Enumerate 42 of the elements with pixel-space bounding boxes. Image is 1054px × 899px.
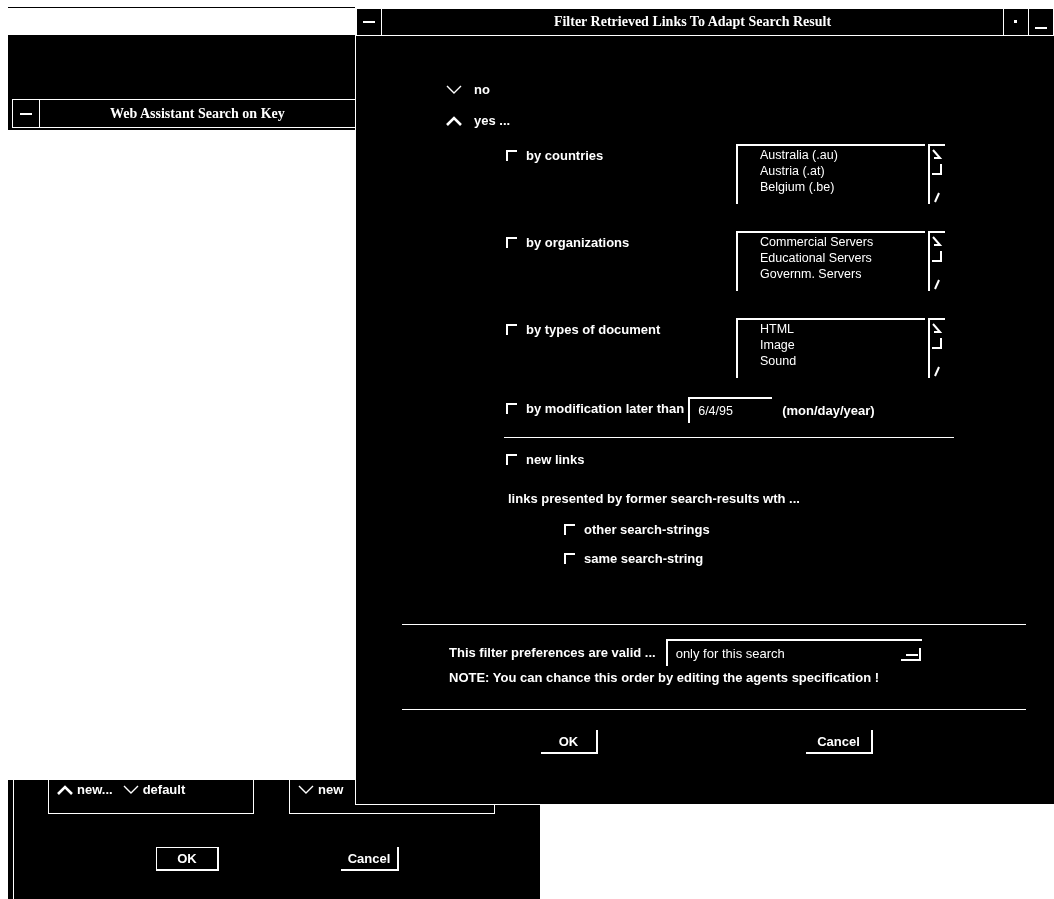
list-item[interactable]: Image bbox=[760, 337, 925, 353]
scrollbar[interactable] bbox=[928, 318, 945, 378]
list-item[interactable]: Educational Servers bbox=[760, 250, 925, 266]
ok-button[interactable]: OK bbox=[541, 730, 598, 754]
radio-option[interactable]: new... bbox=[57, 782, 113, 797]
radio-option[interactable]: yes ... bbox=[446, 113, 1054, 128]
list-item[interactable]: Commercial Servers bbox=[760, 234, 925, 250]
search-string-checkbox[interactable]: same search-string bbox=[564, 547, 1054, 566]
list-item[interactable]: Sound bbox=[760, 353, 925, 369]
window-title: Filter Retrieved Links To Adapt Search Result bbox=[552, 13, 833, 31]
section-label: links presented by former search-results wth ... bbox=[507, 491, 801, 506]
date-field[interactable]: 6/4/95 bbox=[688, 397, 773, 423]
validity-dropdown[interactable]: only for this search bbox=[665, 639, 922, 666]
radio-option[interactable]: new bbox=[298, 782, 344, 797]
list-item[interactable]: Austria (.at) bbox=[760, 163, 925, 179]
filter-checkbox[interactable]: by types of document bbox=[506, 318, 736, 337]
list-item[interactable]: Belgium (.be) bbox=[760, 179, 925, 195]
filter-checkbox[interactable]: by modification later than bbox=[506, 397, 685, 416]
validity-label: This filter preferences are valid ... bbox=[449, 645, 656, 660]
date-format-hint: (mon/day/year) bbox=[781, 402, 875, 418]
cancel-button[interactable]: Cancel bbox=[341, 847, 399, 871]
scrollbar[interactable] bbox=[928, 144, 945, 204]
radio-option[interactable]: default bbox=[122, 782, 186, 797]
list-item[interactable]: Governm. Servers bbox=[760, 266, 925, 282]
scrollbar[interactable] bbox=[928, 231, 945, 291]
window-title: Web Assistant Search on Key bbox=[109, 104, 285, 123]
search-string-checkbox[interactable]: other search-strings bbox=[564, 518, 1054, 537]
list-box[interactable]: Australia (.au) Austria (.at) Belgium (.be) bbox=[736, 144, 925, 204]
list-box[interactable]: Commercial Servers Educational Servers Governm. Servers bbox=[736, 231, 925, 291]
minus-icon bbox=[363, 20, 375, 24]
cancel-button[interactable]: Cancel bbox=[806, 730, 873, 754]
note-text: NOTE: You can chance this order by editing the agents specification ! bbox=[448, 670, 881, 685]
list-box[interactable]: HTML Image Sound bbox=[736, 318, 925, 378]
filter-checkbox[interactable]: by countries bbox=[506, 144, 736, 163]
ok-button[interactable]: OK bbox=[156, 847, 219, 871]
filter-checkbox[interactable]: by organizations bbox=[506, 231, 736, 250]
list-item[interactable]: HTML bbox=[760, 321, 925, 337]
dropdown-icon bbox=[899, 646, 922, 661]
list-item[interactable]: Australia (.au) bbox=[760, 147, 925, 163]
new-links-checkbox[interactable]: new links bbox=[506, 448, 585, 467]
radio-option[interactable]: no bbox=[446, 82, 1054, 97]
underline-icon bbox=[1035, 27, 1047, 29]
